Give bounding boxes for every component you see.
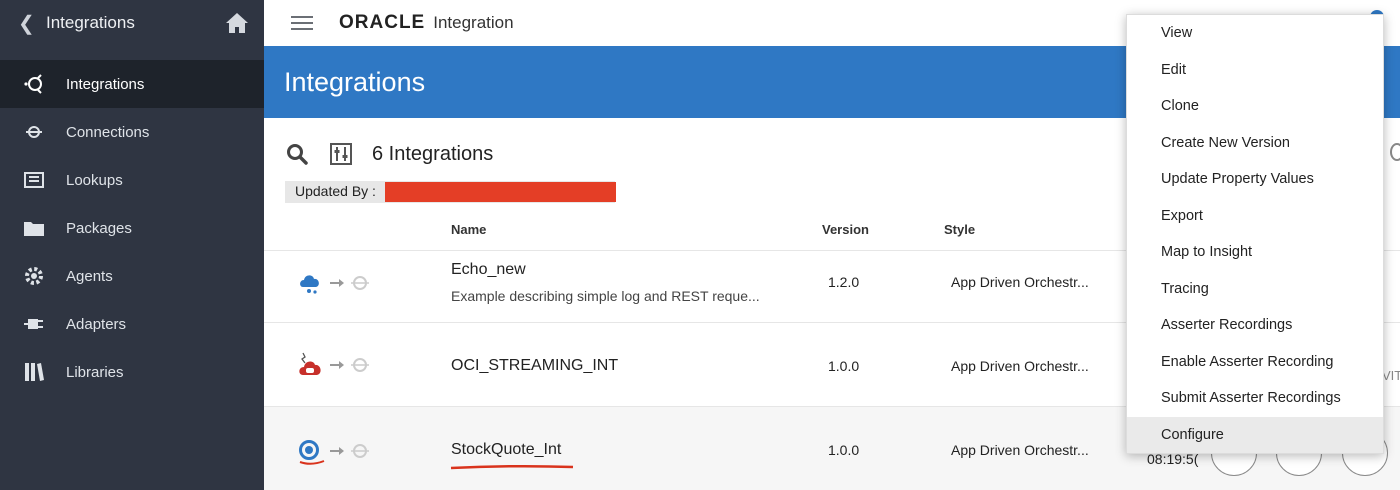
integration-description: Example describing simple log and REST r… [451,288,760,304]
sidebar-title: Integrations [46,13,135,32]
integration-name[interactable]: Echo_new [451,261,526,279]
sidebar-item-integrations[interactable]: Integrations [0,60,264,108]
integration-name[interactable]: OCI_STREAMING_INT [451,357,618,375]
menu-item-map-to-insight[interactable]: Map to Insight [1127,234,1383,271]
integration-version: 1.2.0 [828,274,860,290]
sidebar-item-packages[interactable]: Packages [0,204,264,252]
integration-style: App Driven Orchestr... [951,358,1089,374]
sidebar-item-label: Agents [66,267,113,285]
streaming-trigger-flow-icon [299,352,369,375]
menu-item-enable-asserter-recording[interactable]: Enable Asserter Recording [1127,344,1383,381]
sidebar-item-label: Lookups [66,171,123,189]
menu-item-submit-asserter-recordings[interactable]: Submit Asserter Recordings [1127,380,1383,417]
plug-icon [22,312,46,336]
sidebar-item-adapters[interactable]: Adapters [0,300,264,348]
filter-icon[interactable] [330,143,352,165]
connection-icon [22,120,46,144]
integration-count: 6 Integrations [372,143,494,165]
gear-icon [22,264,46,288]
refresh-icon[interactable] [1390,143,1400,161]
menu-item-configure[interactable]: Configure [1127,416,1383,453]
menu-item-edit[interactable]: Edit [1127,52,1383,89]
home-icon[interactable] [224,11,250,35]
menu-item-tracing[interactable]: Tracing [1127,271,1383,308]
integration-version: 1.0.0 [828,442,860,458]
library-icon [22,360,46,384]
context-menu: View Edit Clone Create New Version Updat… [1126,14,1384,454]
menu-item-create-new-version[interactable]: Create New Version [1127,125,1383,162]
sidebar-item-label: Connections [66,123,150,141]
menu-item-update-property-values[interactable]: Update Property Values [1127,161,1383,198]
rest-trigger-flow-icon [300,275,369,294]
menu-item-view[interactable]: View [1127,15,1383,52]
menu-item-clone[interactable]: Clone [1127,88,1383,125]
sidebar-item-libraries[interactable]: Libraries [0,348,264,396]
sidebar-item-label: Adapters [66,315,127,333]
oracle-logo: ORACLE [339,12,426,33]
package-icon [22,216,46,240]
truncated-status-text: VIT [1382,368,1400,383]
annotation-underline [450,464,574,470]
column-header-version[interactable]: Version [822,222,869,237]
page-title: Integrations [284,67,426,97]
product-name: Integration [433,13,514,32]
column-header-name[interactable]: Name [451,222,486,237]
integration-style: App Driven Orchestr... [951,442,1089,458]
menu-item-export[interactable]: Export [1127,198,1383,235]
search-icon[interactable] [286,143,308,165]
integration-icon [22,72,46,96]
integration-version: 1.0.0 [828,358,860,374]
sidebar-item-lookups[interactable]: Lookups [0,156,264,204]
lookup-icon [22,168,46,192]
hamburger-menu-icon[interactable] [291,12,313,34]
sidebar-item-connections[interactable]: Connections [0,108,264,156]
column-header-style[interactable]: Style [944,222,975,237]
integration-style: App Driven Orchestr... [951,274,1089,290]
sidebar-item-agents[interactable]: Agents [0,252,264,300]
filter-chip-label: Updated By : [295,183,376,199]
integration-trigger-flow-icon [299,440,369,465]
sidebar-item-label: Libraries [66,363,124,381]
menu-item-asserter-recordings[interactable]: Asserter Recordings [1127,307,1383,344]
sidebar-header: ❮ Integrations [0,0,264,46]
sidebar: ❮ Integrations Integrations Connections … [0,0,264,490]
integration-name[interactable]: StockQuote_Int [451,441,561,459]
sidebar-item-label: Packages [66,219,132,237]
back-icon[interactable]: ❮ [18,11,46,36]
sidebar-item-label: Integrations [66,75,145,93]
redacted-value [385,182,616,202]
